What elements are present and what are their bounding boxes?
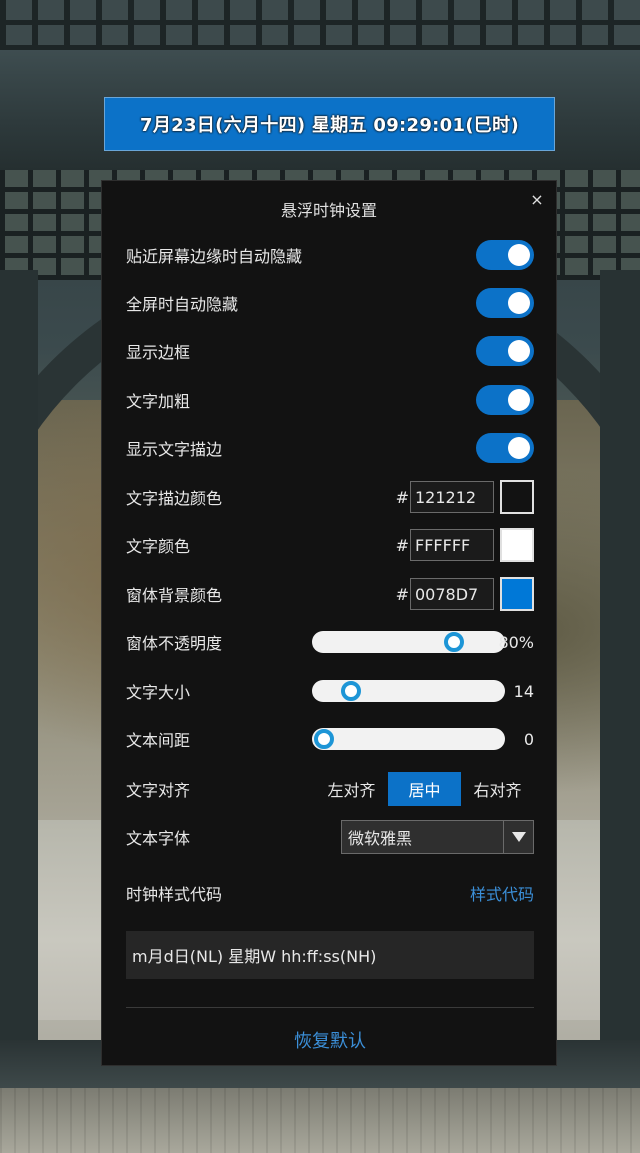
setting-row-outline-color: 文字描边颜色 #	[126, 479, 534, 515]
style-code-field[interactable]: m月d日(NL) 星期W hh:ff:ss(NH)	[126, 931, 534, 979]
setting-row-background-color: 窗体背景颜色 #	[126, 576, 534, 612]
panel-title: 悬浮时钟设置	[280, 201, 377, 220]
setting-label: 时钟样式代码	[126, 885, 223, 904]
opacity-value: 80%	[498, 632, 534, 652]
floating-clock[interactable]: 7月23日(六月十四) 星期五 09:29:01(巳时)	[104, 97, 555, 151]
toggle-show-border[interactable]	[476, 336, 534, 366]
align-center-option[interactable]: 居中	[388, 772, 461, 806]
toggle-knob	[508, 292, 530, 314]
setting-row-font-size: 文字大小 14	[126, 673, 534, 709]
font-select[interactable]: 微软雅黑	[341, 820, 534, 854]
setting-row-letter-spacing: 文本间距 0	[126, 721, 534, 757]
close-icon: ×	[530, 190, 544, 209]
setting-label: 显示边框	[126, 343, 191, 362]
background-color-input[interactable]	[410, 578, 494, 610]
setting-label: 文本字体	[126, 829, 191, 848]
slider-thumb[interactable]	[314, 729, 334, 749]
toggle-knob	[508, 244, 530, 266]
setting-row-opacity: 窗体不透明度 80%	[126, 624, 534, 660]
setting-label: 文字对齐	[126, 781, 191, 800]
toggle-knob	[508, 389, 530, 411]
letter-spacing-value: 0	[523, 729, 534, 749]
setting-label: 文字大小	[126, 683, 191, 702]
toggle-knob	[508, 437, 530, 459]
font-select-value: 微软雅黑	[348, 829, 413, 848]
setting-label: 文字加粗	[126, 392, 191, 411]
slider-thumb[interactable]	[341, 681, 362, 701]
setting-row-auto-hide-fullscreen: 全屏时自动隐藏	[126, 285, 534, 321]
toggle-auto-hide-edge[interactable]	[476, 240, 534, 270]
clock-text: 7月23日(六月十四) 星期五 09:29:01(巳时)	[140, 115, 519, 136]
setting-label: 窗体不透明度	[126, 634, 223, 653]
setting-label: 文本间距	[126, 731, 191, 750]
setting-row-text-outline: 显示文字描边	[126, 430, 534, 466]
hash-symbol: #	[395, 535, 409, 555]
background-pillar-right	[600, 270, 640, 1070]
setting-label: 窗体背景颜色	[126, 586, 223, 605]
divider	[126, 1007, 534, 1008]
align-right-option[interactable]: 右对齐	[461, 772, 534, 806]
clock-settings-panel: 悬浮时钟设置 × 贴近屏幕边缘时自动隐藏 全屏时自动隐藏 显示边框 文字加粗 显…	[101, 180, 557, 1066]
setting-row-alignment: 文字对齐 左对齐 居中 右对齐	[126, 771, 534, 807]
setting-label: 贴近屏幕边缘时自动隐藏	[126, 247, 303, 266]
setting-row-auto-hide-edge: 贴近屏幕边缘时自动隐藏	[126, 237, 534, 273]
font-size-slider[interactable]	[312, 680, 505, 702]
opacity-slider[interactable]	[312, 631, 505, 653]
setting-row-show-border: 显示边框	[126, 333, 534, 369]
background-color-swatch[interactable]	[500, 577, 534, 611]
background-pillar-left	[0, 270, 38, 1070]
restore-defaults-button[interactable]: 恢复默认	[102, 1027, 558, 1053]
font-size-value: 14	[513, 681, 534, 701]
alignment-segmented-control: 左对齐 居中 右对齐	[315, 772, 534, 806]
toggle-bold-text[interactable]	[476, 385, 534, 415]
close-button[interactable]: ×	[528, 191, 546, 209]
toggle-auto-hide-fullscreen[interactable]	[476, 288, 534, 318]
setting-row-text-color: 文字颜色 #	[126, 527, 534, 563]
hash-symbol: #	[395, 584, 409, 604]
setting-label: 全屏时自动隐藏	[126, 295, 239, 314]
background-lattice-top	[0, 0, 640, 50]
hash-symbol: #	[395, 487, 409, 507]
setting-row-bold-text: 文字加粗	[126, 382, 534, 418]
text-color-input[interactable]	[410, 529, 494, 561]
setting-label: 文字描边颜色	[126, 489, 223, 508]
letter-spacing-slider[interactable]	[312, 728, 505, 750]
slider-thumb[interactable]	[444, 632, 465, 652]
setting-row-font: 文本字体 微软雅黑	[126, 819, 534, 855]
dropdown-arrow-icon[interactable]	[503, 821, 533, 853]
outline-color-swatch[interactable]	[500, 480, 534, 514]
toggle-text-outline[interactable]	[476, 433, 534, 463]
text-color-swatch[interactable]	[500, 528, 534, 562]
setting-label: 显示文字描边	[126, 440, 223, 459]
outline-color-input[interactable]	[410, 481, 494, 513]
toggle-knob	[508, 340, 530, 362]
style-code-value: m月d日(NL) 星期W hh:ff:ss(NH)	[132, 947, 377, 966]
setting-label: 文字颜色	[126, 537, 191, 556]
align-left-option[interactable]: 左对齐	[315, 772, 388, 806]
setting-row-style-code: 时钟样式代码 样式代码	[126, 875, 534, 911]
style-code-link[interactable]: 样式代码	[470, 881, 534, 905]
